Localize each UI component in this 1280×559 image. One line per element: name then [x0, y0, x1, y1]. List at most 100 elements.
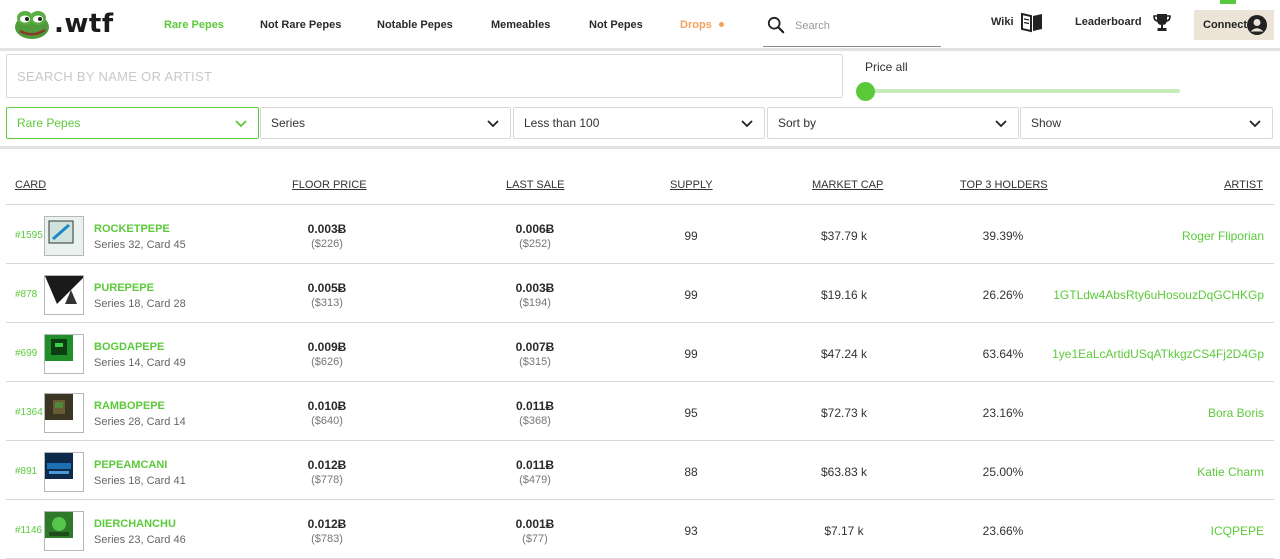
column-header-card[interactable]: CARD — [15, 179, 46, 191]
nav-rare-pepes[interactable]: Rare Pepes — [164, 19, 224, 31]
card-id-link[interactable]: #1364 — [15, 407, 43, 418]
header-search-input[interactable] — [795, 18, 935, 34]
top3-holders-value: 23.66% — [982, 524, 1024, 538]
card-name-link[interactable]: RAMBOPEPE — [94, 400, 165, 412]
card-name-link[interactable]: ROCKETPEPE — [94, 223, 170, 235]
floor-price-btc: 0.005Ƀ — [307, 281, 347, 295]
last-sale-btc: 0.003Ƀ — [515, 281, 555, 295]
column-header-supply[interactable]: SUPPLY — [670, 179, 713, 191]
last-sale-usd: ($252) — [519, 238, 551, 250]
sort-select[interactable]: Sort by — [767, 107, 1019, 139]
column-header-top3-holders[interactable]: TOP 3 HOLDERS — [960, 179, 1048, 191]
connect-button[interactable]: Connect — [1194, 10, 1274, 40]
search-icon — [767, 16, 785, 34]
floor-price-usd: ($783) — [311, 533, 343, 545]
table-row[interactable]: #1146 DIERCHANCHU Series 23, Card 46 0.0… — [6, 500, 1274, 559]
site-logo[interactable]: .wtf — [14, 8, 114, 40]
card-id-link[interactable]: #1595 — [15, 230, 43, 241]
card-id-link[interactable]: #878 — [15, 289, 37, 300]
price-slider-track[interactable] — [866, 89, 1180, 93]
card-series: Series 32, Card 45 — [94, 239, 186, 251]
column-header-market-cap[interactable]: MARKET CAP — [812, 179, 883, 191]
price-filter-label: Price all — [865, 60, 908, 74]
top3-holders-value: 39.39% — [982, 229, 1024, 243]
floor-price-usd: ($226) — [311, 238, 343, 250]
chevron-down-icon — [235, 120, 247, 128]
price-slider-thumb[interactable] — [856, 82, 875, 101]
card-art-image — [45, 335, 83, 373]
collection-select[interactable]: Rare Pepes — [6, 107, 259, 139]
card-thumbnail[interactable] — [44, 275, 84, 315]
last-sale-usd: ($77) — [522, 533, 548, 545]
floor-price-usd: ($778) — [311, 474, 343, 486]
leaderboard-link[interactable]: Leaderboard — [1075, 16, 1142, 28]
logo-text: .wtf — [54, 9, 114, 39]
table-row[interactable]: #878 PUREPEPE Series 18, Card 28 0.005Ƀ … — [6, 264, 1274, 323]
card-thumbnail[interactable] — [44, 452, 84, 492]
card-art-image — [45, 512, 83, 550]
table-row[interactable]: #891 PEPEAMCANI Series 18, Card 41 0.012… — [6, 441, 1274, 500]
filters-divider — [0, 146, 1280, 149]
card-thumbnail[interactable] — [44, 511, 84, 551]
card-name-link[interactable]: PUREPEPE — [94, 282, 154, 294]
table-row[interactable]: #1595 ROCKETPEPE Series 32, Card 45 0.00… — [6, 205, 1274, 264]
card-thumbnail[interactable] — [44, 334, 84, 374]
last-sale-usd: ($368) — [519, 415, 551, 427]
series-select[interactable]: Series — [260, 107, 511, 139]
market-cap-value: $72.73 k — [820, 406, 868, 420]
nav-notable-pepes[interactable]: Notable Pepes — [377, 19, 453, 31]
last-sale-usd: ($479) — [519, 474, 551, 486]
nav-memeables[interactable]: Memeables — [491, 19, 550, 31]
floor-price-btc: 0.012Ƀ — [307, 517, 347, 531]
top3-holders-value: 25.00% — [982, 465, 1024, 479]
show-select-value: Show — [1031, 116, 1062, 130]
card-name-link[interactable]: PEPEAMCANI — [94, 459, 167, 471]
market-cap-value: $63.83 k — [820, 465, 868, 479]
artist-link[interactable]: 1ye1EaLcArtidUSqATkkgzCS4Fj2D4Gp — [1052, 347, 1264, 361]
card-thumbnail[interactable] — [44, 216, 84, 256]
supply-value: 99 — [684, 288, 698, 302]
supply-value: 88 — [684, 465, 698, 479]
book-icon[interactable] — [1020, 11, 1044, 33]
show-select[interactable]: Show — [1020, 107, 1273, 139]
nav-not-pepes[interactable]: Not Pepes — [589, 19, 643, 31]
supply-value: 95 — [684, 406, 698, 420]
artist-link[interactable]: Katie Charm — [1197, 465, 1264, 479]
card-id-link[interactable]: #1146 — [15, 525, 42, 536]
card-id-link[interactable]: #891 — [15, 466, 37, 477]
last-sale-usd: ($194) — [519, 297, 551, 309]
wiki-link[interactable]: Wiki — [991, 16, 1014, 28]
nav-not-rare-pepes[interactable]: Not Rare Pepes — [260, 19, 341, 31]
table-row[interactable]: #699 BOGDAPEPE Series 14, Card 49 0.009Ƀ… — [6, 323, 1274, 382]
last-sale-btc: 0.006Ƀ — [515, 222, 555, 236]
name-artist-search-input[interactable] — [6, 54, 843, 98]
last-sale-btc: 0.007Ƀ — [515, 340, 555, 354]
header-search[interactable] — [763, 12, 941, 47]
card-art-image — [45, 394, 83, 432]
column-header-last-sale[interactable]: LAST SALE — [506, 179, 565, 191]
connect-label: Connect — [1203, 19, 1247, 31]
trophy-icon[interactable] — [1152, 12, 1172, 32]
supply-value: 99 — [684, 347, 698, 361]
card-thumbnail[interactable] — [44, 393, 84, 433]
artist-link[interactable]: Bora Boris — [1208, 406, 1264, 420]
card-name-link[interactable]: BOGDAPEPE — [94, 341, 164, 353]
pepe-logo-icon — [15, 11, 49, 39]
market-cap-value: $19.16 k — [820, 288, 868, 302]
supply-value: 93 — [684, 524, 698, 538]
card-name-link[interactable]: DIERCHANCHU — [94, 518, 176, 530]
column-header-artist[interactable]: ARTIST — [1224, 179, 1263, 191]
table-row[interactable]: #1364 RAMBOPEPE Series 28, Card 14 0.010… — [6, 382, 1274, 441]
floor-price-btc: 0.003Ƀ — [307, 222, 347, 236]
floor-price-usd: ($640) — [311, 415, 343, 427]
column-header-floor-price[interactable]: FLOOR PRICE — [292, 179, 367, 191]
last-sale-btc: 0.011Ƀ — [515, 399, 555, 413]
artist-link[interactable]: Roger Fliporian — [1182, 229, 1264, 243]
card-art-image — [45, 276, 83, 314]
card-series: Series 18, Card 28 — [94, 298, 186, 310]
nav-drops[interactable]: Drops — [680, 19, 724, 31]
supply-select[interactable]: Less than 100 — [513, 107, 765, 139]
artist-link[interactable]: 1GTLdw4AbsRty6uHosouzDqGCHKGp — [1053, 288, 1264, 302]
artist-link[interactable]: ICQPEPE — [1211, 524, 1264, 538]
card-id-link[interactable]: #699 — [15, 348, 37, 359]
